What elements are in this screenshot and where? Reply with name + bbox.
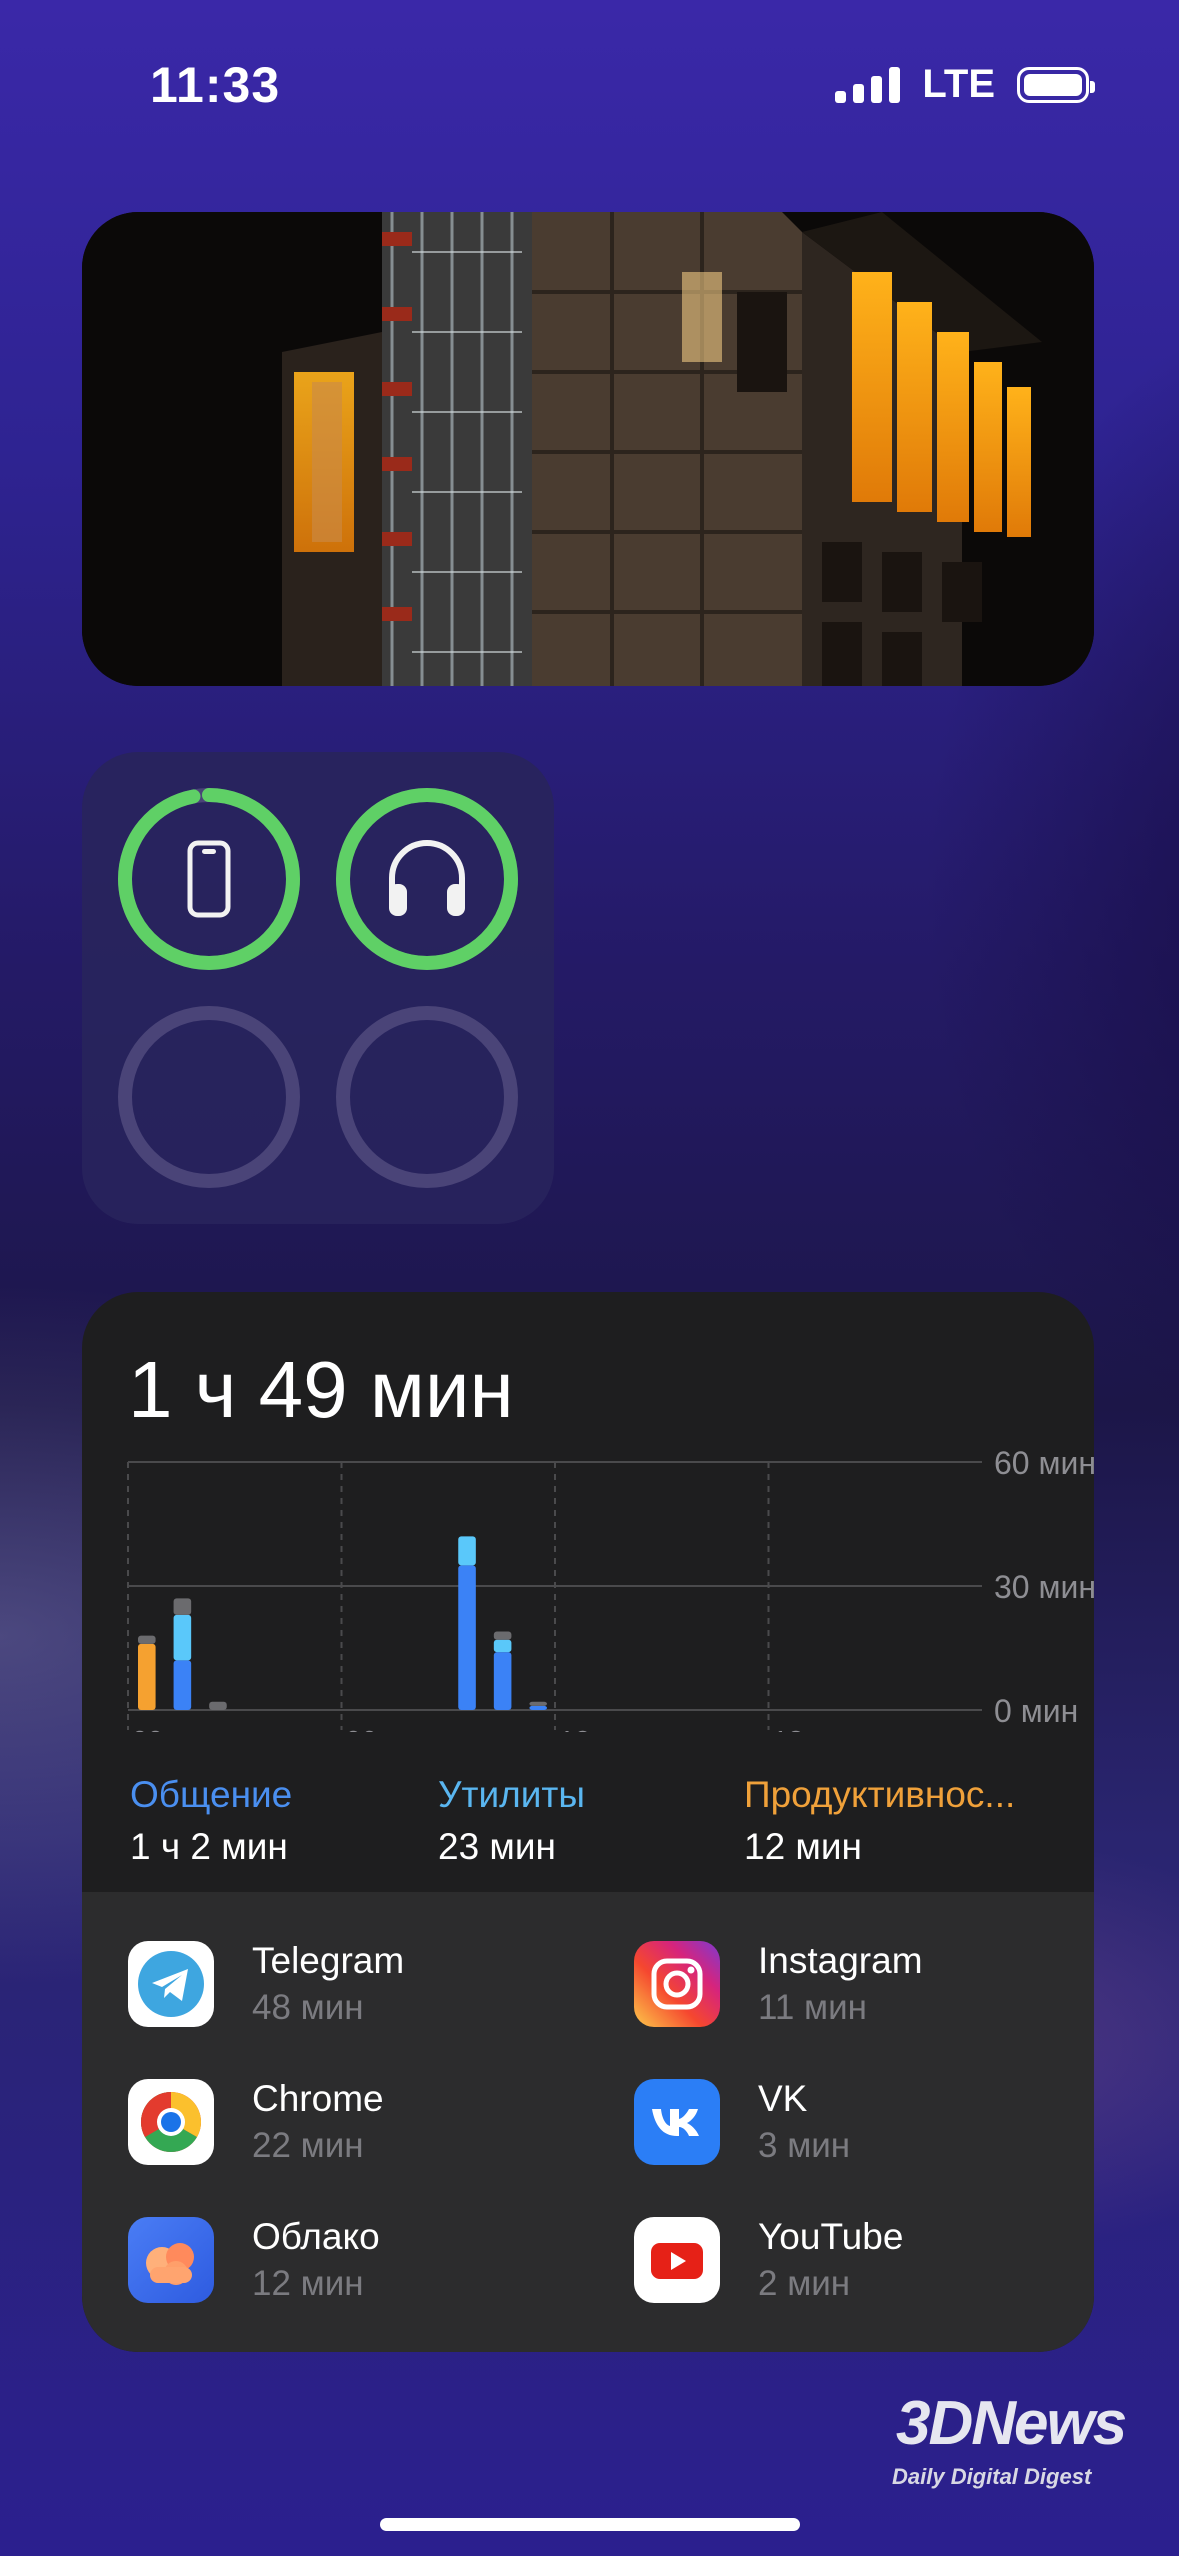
telegram-icon — [128, 1941, 214, 2027]
watermark-main: 3DNews — [896, 2389, 1127, 2458]
category-productivity[interactable]: Продуктивнос... 12 мин — [744, 1774, 1015, 1868]
y-tick-label: 60 мин — [994, 1445, 1094, 1481]
app-name: Облако — [252, 2216, 380, 2257]
x-tick-label: 06 — [346, 1725, 377, 1732]
app-time: 3 мин — [758, 2126, 851, 2165]
screen-time-total: 1 ч 49 мин — [128, 1345, 514, 1434]
app-time: 22 мин — [252, 2126, 364, 2165]
watermark-sub: Daily Digital Digest — [892, 2464, 1092, 2489]
category-name: Утилиты — [438, 1774, 585, 1815]
category-communication[interactable]: Общение 1 ч 2 мин — [130, 1774, 292, 1868]
battery-ring-headphones — [336, 788, 518, 970]
chart-bar-segment — [138, 1643, 156, 1710]
instagram-icon — [634, 1941, 720, 2027]
app-name: Instagram — [758, 1940, 923, 1981]
app-time: 11 мин — [758, 1988, 867, 2027]
app-name: Telegram — [252, 1940, 405, 1981]
app-telegram[interactable]: Telegram 48 мин — [128, 1940, 404, 2028]
category-value: 23 мин — [438, 1826, 556, 1867]
app-vk[interactable]: VK 3 мин — [634, 2078, 850, 2166]
battery-ring-iphone — [118, 788, 300, 970]
chart-bar-segment — [173, 1614, 192, 1661]
chrome-icon — [128, 2079, 214, 2165]
app-time: 2 мин — [758, 2264, 851, 2303]
chart-bar-segment — [493, 1631, 512, 1640]
y-tick-label: 30 мин — [994, 1569, 1094, 1605]
chart-bar-segment — [209, 1701, 227, 1710]
photo-widget[interactable] — [82, 212, 1094, 686]
app-cloud[interactable]: Облако 12 мин — [128, 2216, 380, 2304]
watermark-logo: 3DNews Daily Digital Digest — [880, 2388, 1160, 2498]
iphone-icon — [187, 840, 231, 918]
battery-ring-empty-1 — [118, 1006, 300, 1188]
category-value: 1 ч 2 мин — [130, 1826, 288, 1867]
app-chrome[interactable]: Chrome 22 мин — [128, 2078, 384, 2166]
x-tick-label: 00 — [132, 1725, 163, 1732]
app-time: 12 мин — [252, 2264, 364, 2303]
headphones-icon — [389, 840, 465, 916]
chart-bar-segment — [493, 1639, 512, 1653]
chart-bar-segment — [529, 1701, 547, 1706]
cloud-icon — [128, 2217, 214, 2303]
chart-bar-segment — [493, 1652, 512, 1710]
chart-bar-segment — [458, 1536, 476, 1566]
app-name: YouTube — [758, 2216, 904, 2257]
app-name: VK — [758, 2078, 808, 2119]
y-tick-label: 0 мин — [994, 1693, 1078, 1729]
category-utilities[interactable]: Утилиты 23 мин — [438, 1774, 585, 1868]
category-name: Общение — [130, 1774, 293, 1815]
chart-bar-segment — [458, 1565, 476, 1710]
batteries-widget[interactable] — [82, 752, 554, 1224]
status-time: 11:33 — [150, 57, 281, 113]
chart-bar-segment — [529, 1705, 547, 1710]
category-name: Продуктивнос... — [744, 1774, 1016, 1815]
category-value: 12 мин — [744, 1826, 862, 1867]
home-indicator[interactable] — [380, 2518, 800, 2531]
screen-time-chart: 60 мин 30 мин 0 мин 00 06 12 18 — [127, 1445, 1094, 1732]
vk-icon — [634, 2079, 720, 2165]
top-apps-list: Telegram 48 мин Instagram 11 мин Chrome … — [82, 1892, 1094, 2352]
network-type: LTE — [922, 62, 995, 106]
status-indicators: LTE — [835, 62, 1095, 107]
app-name: Chrome — [252, 2078, 384, 2119]
screen-time-widget[interactable]: 1 ч 49 мин 60 мин 30 мин 0 мин 00 06 12 18 Общ… — [82, 1292, 1094, 2352]
battery-icon — [1017, 66, 1095, 103]
x-tick-label: 12 — [559, 1725, 590, 1732]
app-time: 48 мин — [252, 1988, 364, 2027]
app-youtube[interactable]: YouTube 2 мин — [634, 2216, 903, 2304]
cellular-signal-icon — [835, 66, 901, 103]
battery-ring-empty-2 — [336, 1006, 518, 1188]
chart-bar-segment — [173, 1660, 192, 1710]
night-building-photo — [82, 212, 1094, 686]
chart-bar-segment — [173, 1598, 192, 1615]
app-instagram[interactable]: Instagram 11 мин — [634, 1940, 923, 2028]
youtube-icon — [634, 2217, 720, 2303]
x-tick-label: 18 — [773, 1725, 804, 1732]
chart-bar-segment — [138, 1635, 156, 1644]
